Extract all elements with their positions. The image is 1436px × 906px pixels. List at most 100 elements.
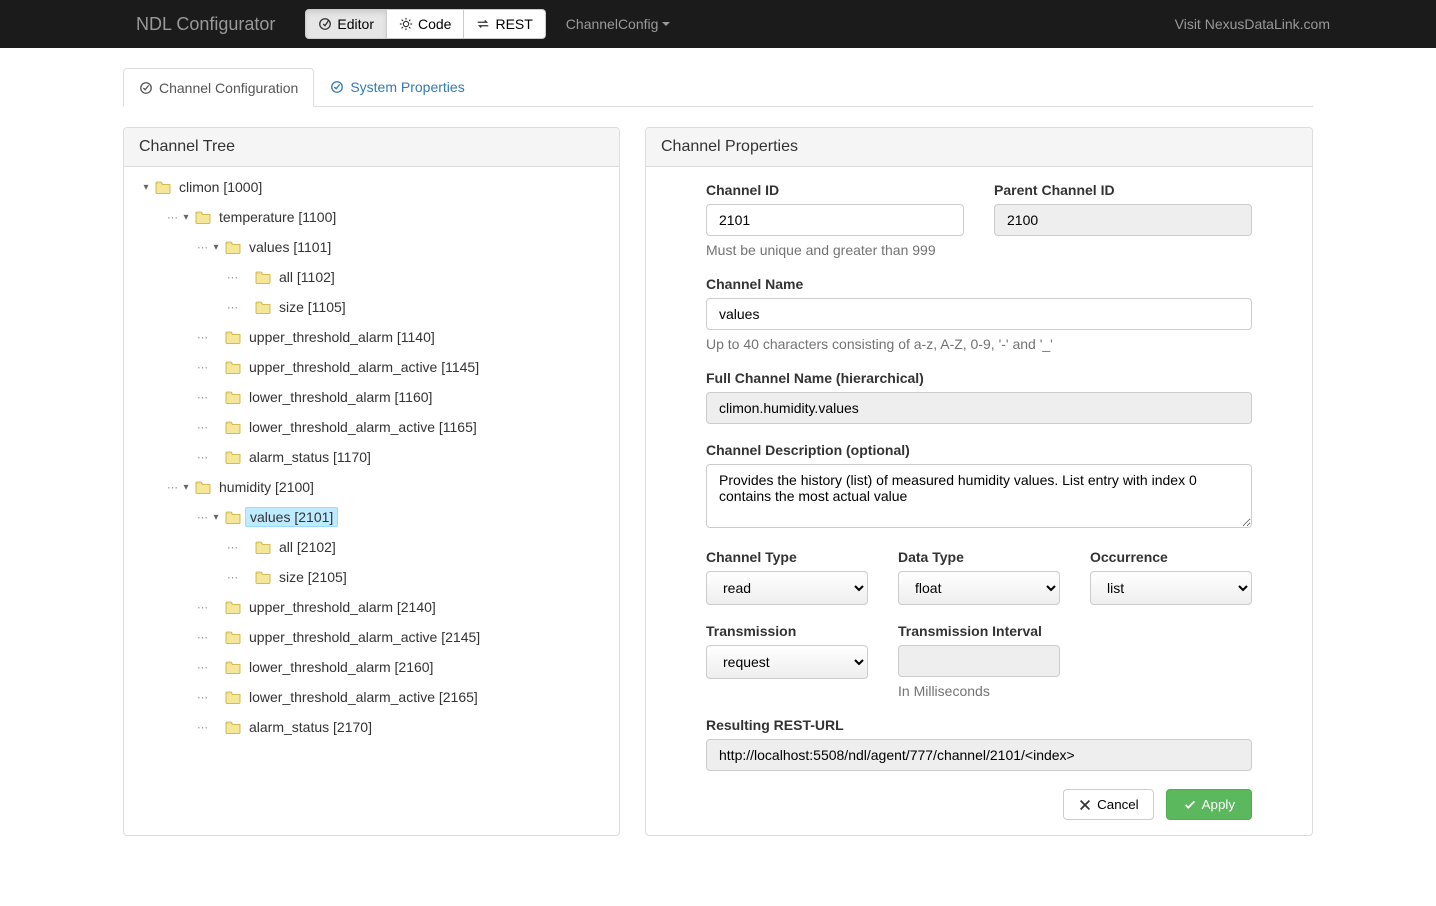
tree-toggle-icon[interactable]: ▾ xyxy=(137,182,155,193)
apply-button[interactable]: Apply xyxy=(1166,789,1252,820)
tree-node[interactable]: ⋯ alarm_status [2170] xyxy=(129,712,619,742)
tree-node[interactable]: ⋯ all [1102] xyxy=(129,262,619,292)
caret-down-icon xyxy=(662,22,670,26)
gear-icon xyxy=(399,17,413,31)
tree-node[interactable]: ⋯upper_threshold_alarm [1140] xyxy=(129,322,619,352)
props-panel-title: Channel Properties xyxy=(646,128,1312,167)
folder-icon xyxy=(255,270,271,284)
full-name-label: Full Channel Name (hierarchical) xyxy=(706,370,1252,386)
tree-label: size [1105] xyxy=(275,297,350,317)
tree-label: temperature [1100] xyxy=(215,207,340,227)
data-type-label: Data Type xyxy=(898,549,1060,565)
tree-line-icon: ⋯ xyxy=(197,451,207,464)
tree-label: upper_threshold_alarm_active [2145] xyxy=(245,627,484,647)
occurrence-select[interactable]: list xyxy=(1090,571,1252,605)
folder-icon xyxy=(225,390,241,404)
tree-toggle-icon[interactable]: ▾ xyxy=(207,512,225,523)
cancel-button[interactable]: Cancel xyxy=(1063,789,1154,820)
rest-button[interactable]: REST xyxy=(464,9,545,39)
tree-line-icon: ⋯ xyxy=(197,601,207,614)
tree-label: all [2102] xyxy=(275,537,340,557)
folder-icon xyxy=(225,690,241,704)
desc-textarea[interactable] xyxy=(706,464,1252,528)
tree-node[interactable]: ⋯▾humidity [2100] xyxy=(129,472,619,502)
tree-node[interactable]: ⋯ alarm_status [1170] xyxy=(129,442,619,472)
folder-icon xyxy=(225,420,241,434)
tree-label: lower_threshold_alarm_active [1165] xyxy=(245,417,481,437)
channel-name-help: Up to 40 characters consisting of a-z, A… xyxy=(706,336,1252,352)
tab-system-properties[interactable]: System Properties xyxy=(314,68,480,106)
code-button[interactable]: Code xyxy=(387,9,464,39)
tree-node[interactable]: ⋯lower_threshold_alarm_active [2165] xyxy=(129,682,619,712)
tree-node[interactable]: ⋯ upper_threshold_alarm_active [2145] xyxy=(129,622,619,652)
tree-node[interactable]: ⋯▾temperature [1100] xyxy=(129,202,619,232)
tree-node[interactable]: ⋯size [1105] xyxy=(129,292,619,322)
tree-toggle-icon[interactable]: ▾ xyxy=(177,482,195,493)
editor-button[interactable]: Editor xyxy=(305,9,387,39)
tree-node[interactable]: ⋯ lower_threshold_alarm_active [1165] xyxy=(129,412,619,442)
tree-node[interactable]: ▾ climon [1000] xyxy=(129,172,619,202)
tree-label: all [1102] xyxy=(275,267,339,287)
tree-toggle-icon[interactable]: ▾ xyxy=(177,212,195,223)
check-icon xyxy=(1183,798,1197,812)
transfer-icon xyxy=(476,17,490,31)
tree-node[interactable]: ⋯ lower_threshold_alarm [2160] xyxy=(129,652,619,682)
data-type-select[interactable]: float xyxy=(898,571,1060,605)
type-select[interactable]: read xyxy=(706,571,868,605)
tree-line-icon: ⋯ xyxy=(197,721,207,734)
interval-input xyxy=(898,645,1060,677)
folder-icon xyxy=(255,300,271,314)
folder-icon xyxy=(225,660,241,674)
tree-scroll[interactable]: ▾climon [1000]⋯▾temperature [1100]⋯▾valu… xyxy=(124,167,619,762)
navbar: NDL Configurator Editor Code REST Channe… xyxy=(0,0,1436,48)
tree-line-icon: ⋯ xyxy=(227,271,237,284)
tree-label: upper_threshold_alarm [2140] xyxy=(245,597,440,617)
transmission-select[interactable]: request xyxy=(706,645,868,679)
tree-label: upper_threshold_alarm [1140] xyxy=(245,327,439,347)
tree-label: size [2105] xyxy=(275,567,351,587)
channel-tree-panel: Channel Tree ▾climon [1000]⋯▾temperature… xyxy=(123,127,620,836)
tree-toggle-icon[interactable]: ▾ xyxy=(207,242,225,253)
tree-line-icon: ⋯ xyxy=(197,361,207,374)
rest-url-label: Resulting REST-URL xyxy=(706,717,1252,733)
folder-icon xyxy=(255,540,271,554)
tree-node[interactable]: ⋯upper_threshold_alarm_active [1145] xyxy=(129,352,619,382)
tab-channel-config[interactable]: Channel Configuration xyxy=(123,68,314,107)
channel-tree: ▾climon [1000]⋯▾temperature [1100]⋯▾valu… xyxy=(124,167,619,742)
tree-line-icon: ⋯ xyxy=(197,421,207,434)
tree-label: climon [1000] xyxy=(175,177,266,197)
visit-link[interactable]: Visit NexusDataLink.com xyxy=(1175,16,1420,32)
tree-node[interactable]: ⋯all [2102] xyxy=(129,532,619,562)
channel-name-input[interactable] xyxy=(706,298,1252,330)
tree-node[interactable]: ⋯▾values [1101] xyxy=(129,232,619,262)
view-toggle-group: Editor Code REST xyxy=(305,9,545,39)
folder-icon xyxy=(255,570,271,584)
tree-node[interactable]: ⋯▾values [2101] xyxy=(129,502,619,532)
folder-icon xyxy=(195,480,211,494)
channel-config-dropdown[interactable]: ChannelConfig xyxy=(566,16,671,32)
full-name-input xyxy=(706,392,1252,424)
occurrence-label: Occurrence xyxy=(1090,549,1252,565)
tree-label: alarm_status [2170] xyxy=(245,717,376,737)
channel-name-label: Channel Name xyxy=(706,276,1252,292)
folder-icon xyxy=(155,180,171,194)
tree-line-icon: ⋯ xyxy=(197,391,207,404)
tree-node[interactable]: ⋯size [2105] xyxy=(129,562,619,592)
parent-id-label: Parent Channel ID xyxy=(994,182,1252,198)
tree-panel-title: Channel Tree xyxy=(124,128,619,167)
tree-node[interactable]: ⋯ upper_threshold_alarm [2140] xyxy=(129,592,619,622)
tree-line-icon: ⋯ xyxy=(197,661,207,674)
tree-label: values [2101] xyxy=(245,507,338,527)
tree-label: lower_threshold_alarm_active [2165] xyxy=(245,687,482,707)
tree-label: alarm_status [1170] xyxy=(245,447,375,467)
desc-label: Channel Description (optional) xyxy=(706,442,1252,458)
rest-url-input xyxy=(706,739,1252,771)
folder-icon xyxy=(225,600,241,614)
tree-line-icon: ⋯ xyxy=(167,481,177,494)
tree-label: lower_threshold_alarm [2160] xyxy=(245,657,437,677)
folder-icon xyxy=(225,330,241,344)
tree-node[interactable]: ⋯lower_threshold_alarm [1160] xyxy=(129,382,619,412)
channel-id-input[interactable] xyxy=(706,204,964,236)
tree-label: values [1101] xyxy=(245,237,335,257)
tree-line-icon: ⋯ xyxy=(197,631,207,644)
